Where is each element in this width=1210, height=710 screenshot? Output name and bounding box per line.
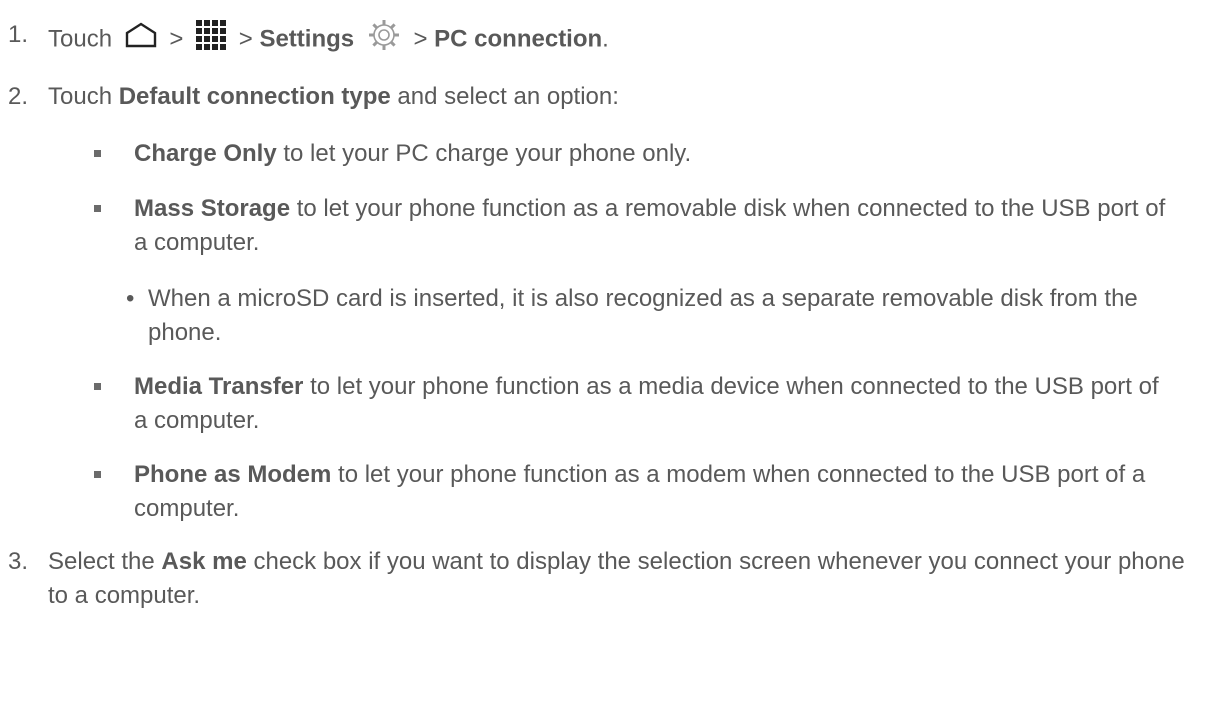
- step-number: 3.: [8, 548, 29, 575]
- separator: >: [238, 25, 253, 53]
- pc-connection-label: PC connection: [434, 25, 603, 53]
- option-name: Media Transfer: [134, 373, 304, 400]
- option-desc: to let your PC charge your phone only.: [276, 140, 692, 167]
- option-text: Media Transfer to let your phone functio…: [134, 370, 1174, 438]
- step-text: Touch > > Settings > PC connection.: [48, 18, 1188, 62]
- text-run: Select the: [48, 548, 162, 575]
- option-text: Mass Storage to let your phone function …: [134, 192, 1174, 260]
- step-number: 1.: [8, 21, 29, 48]
- step-number: 2.: [8, 83, 29, 110]
- text-run: Touch: [48, 83, 119, 110]
- option-name: Charge Only: [134, 140, 277, 167]
- bullet-square: [94, 205, 101, 212]
- touch-word: Touch: [48, 25, 113, 53]
- separator: >: [413, 25, 428, 53]
- option-name: Mass Storage: [134, 195, 291, 222]
- default-connection-type-label: Default connection type: [118, 83, 391, 110]
- option-text: Phone as Modem to let your phone functio…: [134, 458, 1174, 526]
- bullet-square: [94, 383, 101, 390]
- apps-grid-icon: [196, 20, 227, 60]
- step-text: Select the Ask me check box if you want …: [48, 545, 1188, 613]
- option-name: Phone as Modem: [134, 461, 332, 488]
- text-run: and select an option:: [390, 83, 619, 110]
- bullet-square: [94, 471, 101, 478]
- settings-gear-icon: [367, 18, 401, 62]
- bullet-square: [94, 150, 101, 157]
- option-text: Charge Only to let your PC charge your p…: [134, 137, 1174, 171]
- home-icon: [125, 22, 157, 58]
- note-text: When a microSD card is inserted, it is a…: [148, 285, 1138, 346]
- ask-me-label: Ask me: [161, 548, 247, 575]
- step-text: Touch Default connection type and select…: [48, 80, 1188, 114]
- settings-label: Settings: [259, 25, 355, 53]
- bullet-dot: •: [126, 285, 135, 312]
- separator: >: [169, 25, 184, 53]
- period: .: [602, 25, 609, 53]
